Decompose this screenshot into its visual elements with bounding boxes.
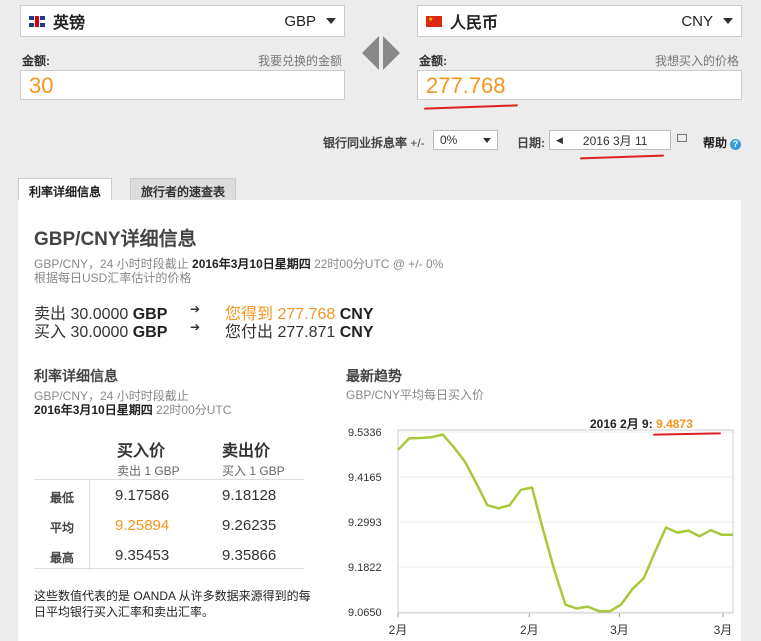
row-label-avg: 平均: [50, 521, 75, 535]
col-sell-sub: 买入 1 GBP: [222, 464, 285, 478]
x-tick-label: 3月: [610, 623, 629, 637]
details-title: GBP/CNY详细信息: [34, 229, 197, 250]
y-tick-label: 9.0650: [348, 607, 382, 619]
row-label-high: 最高: [50, 551, 75, 565]
uk-flag-icon: [29, 15, 45, 27]
arrow-right-icon: ➔: [190, 320, 201, 334]
col-buy-sub: 卖出 1 GBP: [117, 464, 180, 478]
row-low-buy: 9.17586: [115, 487, 170, 504]
help-icon: ?: [730, 139, 742, 150]
row-high-buy: 9.35453: [115, 547, 170, 564]
details-meta-line2: 根据每日USD汇率估计的价格: [34, 271, 192, 285]
arrow-right-icon: ➔: [190, 302, 201, 316]
amount-from-hint: 我要兑换的金额: [257, 54, 342, 68]
from-currency-code: GBP: [284, 12, 316, 30]
calendar-icon[interactable]: [677, 134, 687, 142]
row-low-sell: 9.18128: [222, 487, 277, 504]
x-tick-label: 2月: [520, 623, 539, 637]
china-flag-icon: ★: [426, 15, 442, 27]
from-currency-name: 英镑: [53, 15, 86, 32]
tab-rate-details[interactable]: 利率详细信息: [18, 178, 113, 200]
trend-chart: 9.5336 9.4165 9.2993 9.1822 9.0650 2月 2月 3月 3月: [348, 427, 734, 637]
y-tick-label: 9.2993: [348, 517, 382, 529]
trend-subtitle: GBP/CNY平均每日买入价: [346, 388, 485, 402]
chevron-down-icon: [326, 18, 336, 24]
tab-traveler-cheat-sheet[interactable]: 旅行者的速查表: [130, 178, 237, 200]
rate-info-title: 利率详细信息: [34, 368, 118, 384]
row-high-sell: 9.35866: [222, 547, 277, 564]
date-input[interactable]: ◀ 2016 3月 11: [549, 130, 671, 150]
series-line: [397, 433, 733, 613]
row-avg-buy: 9.25894: [115, 517, 170, 534]
chevron-down-icon: [723, 18, 733, 24]
to-currency-name: 人民币: [450, 15, 499, 32]
table-divider: [89, 480, 90, 570]
prev-date-icon[interactable]: ◀: [556, 135, 563, 146]
date-label: 日期:: [517, 136, 545, 150]
buy-line-right: 您付出 277.871 CNY: [225, 324, 374, 341]
interbank-label: 银行同业拆息率 +/-: [323, 136, 425, 150]
chevron-down-icon: [483, 137, 491, 143]
arrow-right-icon: [383, 36, 400, 70]
y-tick-label: 9.1822: [348, 562, 382, 574]
to-currency-code: CNY: [681, 12, 713, 30]
to-currency-select[interactable]: ★ 人民币 CNY: [417, 5, 742, 37]
rate-info-meta2: 2016年3月10日星期四 22时00分UTC: [34, 403, 232, 417]
amount-to-label: 金额:: [419, 54, 447, 68]
rate-info-note: 这些数值代表的是 OANDA 从许多数据来源得到的每日平均银行买入汇率和卖出汇率…: [34, 589, 311, 619]
col-sell-header: 卖出价: [222, 443, 271, 460]
row-label-low: 最低: [50, 491, 75, 505]
x-tick-label: 2月: [389, 623, 408, 637]
row-avg-sell: 9.26235: [222, 517, 277, 534]
annotation-underline: [423, 104, 519, 110]
trend-title: 最新趋势: [346, 368, 402, 384]
x-tick-label: 3月: [714, 623, 733, 637]
y-tick-label: 9.5336: [348, 427, 382, 439]
buy-line-left: 买入 30.0000 GBP: [34, 324, 168, 341]
col-buy-header: 买入价: [117, 443, 166, 460]
annotation-underline: [579, 154, 665, 160]
arrow-left-icon: [362, 36, 379, 70]
amount-to-input[interactable]: 277.768: [417, 70, 742, 100]
swap-currencies-button[interactable]: [362, 36, 400, 70]
y-tick-label: 9.4165: [348, 472, 382, 484]
amount-to-hint: 我想买入的价格: [654, 54, 739, 68]
help-link[interactable]: 帮助?: [703, 134, 742, 151]
from-currency-select[interactable]: 英镑 GBP: [20, 5, 345, 37]
interbank-select[interactable]: 0%: [433, 130, 498, 150]
amount-from-label: 金额:: [22, 54, 50, 68]
amount-from-input[interactable]: 30: [20, 70, 345, 100]
